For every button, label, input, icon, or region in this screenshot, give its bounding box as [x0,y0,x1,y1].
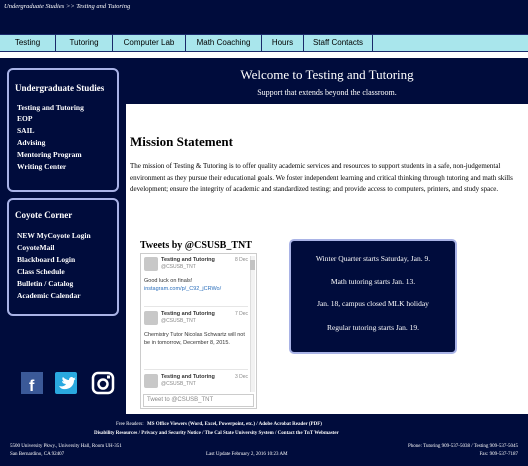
main-nav: Testing Tutoring Computer Lab Math Coach… [0,34,528,52]
tweet-handle: @CSUSB_TNT [161,381,196,387]
header-band [0,16,528,34]
footer-phone: Phone: Tutoring 909-537-5038 / Testing 9… [408,444,518,449]
tweet-input[interactable]: Tweet to @CSUSB_TNT [143,394,254,407]
instagram-icon[interactable] [91,371,115,395]
sidebar: Undergraduate Studies Testing and Tutori… [0,58,126,414]
tweets-title[interactable]: Tweets by @CSUSB_TNT [140,240,252,251]
nav-math-coaching[interactable]: Math Coaching [186,35,262,51]
sidebar-link-blackboard[interactable]: Blackboard Login [17,255,75,264]
tagline: Support that extends beyond the classroo… [257,88,397,97]
tweet-date: 8 Dec [234,257,248,263]
scrollbar[interactable] [250,256,255,392]
tweet-body: Good luck on finals! [144,278,193,284]
nav-testing[interactable]: Testing [0,35,56,51]
undergrad-box: Undergraduate Studies Testing and Tutori… [7,68,119,192]
facebook-icon[interactable]: f [21,372,43,395]
free-readers-links[interactable]: MS Office Viewers (Word, Excel, Powerpoi… [147,422,322,427]
divider [144,306,248,307]
announcement-item: Regular tutoring starts Jan. 19. [326,323,420,332]
sidebar-link-testing-tutoring[interactable]: Testing and Tutoring [17,103,84,112]
announcement-item: Winter Quarter starts Saturday, Jan. 9. [315,254,431,263]
breadcrumb: Undergraduate Studies >> Testing and Tut… [4,3,131,10]
tweet-item[interactable]: Testing and Tutoring 8 Dec @CSUSB_TNT Go… [144,257,248,307]
page-title: Welcome to Testing and Tutoring [240,67,414,82]
footer: Free Readers: MS Office Viewers (Word, E… [0,414,528,466]
sidebar-link-mycoyote[interactable]: NEW MyCoyote Login [17,231,91,240]
undergrad-title: Undergraduate Studies [15,83,105,93]
coyote-box: Coyote Corner NEW MyCoyote Login CoyoteM… [7,198,119,316]
top-bar: Undergraduate Studies >> Testing and Tut… [0,0,528,16]
nav-hours[interactable]: Hours [262,35,304,51]
nav-staff-contacts[interactable]: Staff Contacts [304,35,373,51]
sidebar-link-bulletin[interactable]: Bulletin / Catalog [17,279,73,288]
sidebar-link-writing-center[interactable]: Writing Center [17,162,66,171]
tweet-handle: @CSUSB_TNT [161,264,196,270]
tweet-item[interactable]: Testing and Tutoring 3 Dec @CSUSB_TNT [144,374,248,392]
avatar [144,374,158,388]
sidebar-link-class-schedule[interactable]: Class Schedule [17,267,65,276]
mission-text: The mission of Testing & Tutoring is to … [130,162,513,193]
sidebar-link-sail[interactable]: SAIL [17,126,35,135]
twitter-timeline[interactable]: Testing and Tutoring 8 Dec @CSUSB_TNT Go… [140,253,257,409]
tweet-link[interactable]: instagram.com/p/_C92_jCRWo/ [144,285,248,293]
footer-address-line1: 5500 University Pkwy., University Hall, … [10,444,122,449]
last-update: Last Update February 2, 2016 10:23 AM [206,452,288,457]
sidebar-link-coyotemail[interactable]: CoyoteMail [17,243,55,252]
sidebar-link-academic-calendar[interactable]: Academic Calendar [17,291,81,300]
avatar [144,311,158,325]
announcement-item: Jan. 18, campus closed MLK holiday [317,299,429,308]
announcement-item: Math tutoring starts Jan. 13. [330,277,416,286]
coyote-title: Coyote Corner [15,210,73,220]
footer-fax: Fax: 909-537-7187 [479,452,518,457]
sidebar-link-mentoring[interactable]: Mentoring Program [17,150,82,159]
mission-title: Mission Statement [130,134,233,149]
tweet-item[interactable]: Testing and Tutoring 7 Dec @CSUSB_TNT Ch… [144,311,248,367]
footer-address-line2: San Bernardino, CA 92407 [10,452,65,457]
sidebar-link-eop[interactable]: EOP [17,114,32,123]
tweet-date: 7 Dec [234,311,248,317]
tweet-handle: @CSUSB_TNT [161,318,196,324]
sidebar-link-advising[interactable]: Advising [17,138,45,147]
free-readers-label: Free Readers: [116,422,144,427]
nav-tutoring[interactable]: Tutoring [56,35,113,51]
svg-text:f: f [29,378,35,394]
welcome-header: Welcome to Testing and Tutoring Support … [126,58,528,104]
tweet-body: Chemistry Tutor Nicolas Schwartz will no… [144,332,245,346]
footer-links[interactable]: Disability Resources / Privacy and Secur… [94,431,339,436]
divider [144,369,248,370]
tweet-date: 3 Dec [234,374,248,380]
scrollbar-thumb[interactable] [250,260,255,270]
nav-computer-lab[interactable]: Computer Lab [113,35,186,51]
avatar [144,257,158,271]
announcements-box: Winter Quarter starts Saturday, Jan. 9. … [289,239,457,354]
twitter-icon[interactable] [55,372,77,394]
